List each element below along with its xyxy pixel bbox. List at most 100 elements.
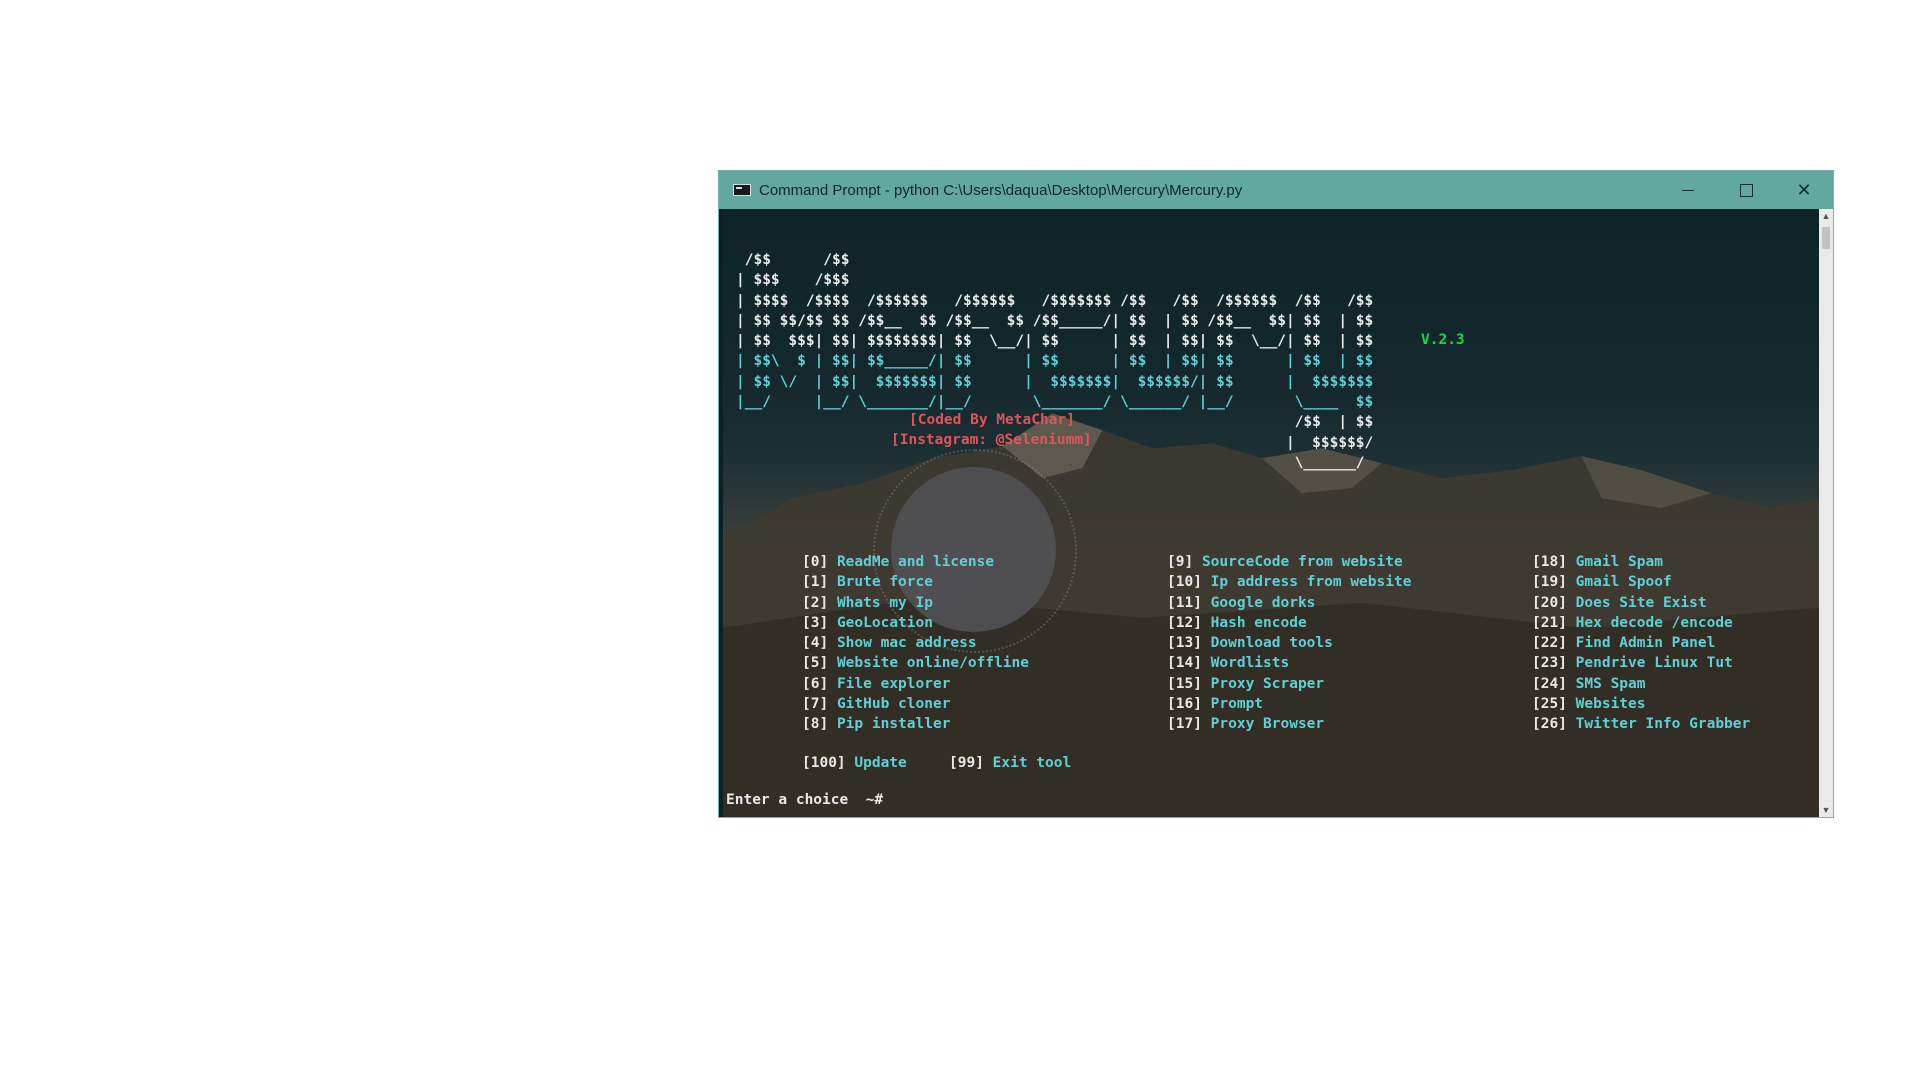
maximize-icon bbox=[1739, 183, 1753, 197]
menu-item[interactable]: [26] Twitter Info Grabber bbox=[1532, 714, 1750, 734]
menu-column-3: [18] Gmail Spam [19] Gmail Spoof [20] Do… bbox=[1532, 552, 1750, 735]
menu-item-number: [100] bbox=[802, 755, 846, 771]
menu-item[interactable]: [8] Pip installer bbox=[802, 714, 1029, 734]
menu-item-label: SourceCode from website bbox=[1201, 554, 1403, 570]
menu-item-label: File explorer bbox=[836, 675, 951, 692]
menu-item-number: [24] bbox=[1532, 675, 1567, 692]
menu-item-number: [13] bbox=[1167, 635, 1202, 652]
menu-item-label: GeoLocation bbox=[836, 614, 933, 631]
menu-item[interactable]: [24] SMS Spam bbox=[1532, 674, 1750, 694]
menu-item-label: Does Site Exist bbox=[1575, 594, 1707, 611]
menu-item[interactable]: [9] SourceCode from website bbox=[1167, 552, 1411, 572]
menu-item[interactable]: [16] Prompt bbox=[1167, 694, 1411, 714]
banner-line: | $$ $$/$$ $$ /$$__ $$ /$$__ $$ /$$_____… bbox=[736, 312, 1374, 329]
menu-item[interactable]: [20] Does Site Exist bbox=[1532, 593, 1750, 613]
minimize-button[interactable] bbox=[1659, 171, 1717, 209]
menu-item[interactable]: [10] Ip address from website bbox=[1167, 572, 1411, 592]
exit-item[interactable]: [99] Exit tool bbox=[949, 755, 1071, 771]
menu-item[interactable]: [0] ReadMe and license bbox=[802, 552, 1029, 572]
menu-item-label: Whats my Ip bbox=[836, 594, 933, 611]
menu-item-label: Prompt bbox=[1210, 696, 1264, 713]
update-item[interactable]: [100] Update bbox=[802, 755, 907, 771]
menu-item[interactable]: [13] Download tools bbox=[1167, 633, 1411, 653]
banner-line: |__/ |__/ \_______/|__/ \_______/ \_____… bbox=[736, 394, 1374, 411]
menu-item-number: [5] bbox=[802, 655, 829, 672]
menu-item-number: [3] bbox=[802, 614, 829, 631]
menu-item-number: [9] bbox=[1167, 554, 1194, 570]
menu-item-label: Find Admin Panel bbox=[1575, 635, 1716, 652]
console-area[interactable]: /$$ /$$ | $$$ /$$$ | $$$$ /$$$$ /$$$$$$ … bbox=[723, 209, 1819, 817]
menu-item[interactable]: [4] Show mac address bbox=[802, 633, 1029, 653]
menu-item-number: [14] bbox=[1167, 655, 1202, 672]
menu-item-number: [23] bbox=[1532, 655, 1567, 672]
menu-item[interactable]: [12] Hash encode bbox=[1167, 613, 1411, 633]
menu-item-number: [21] bbox=[1532, 614, 1567, 631]
menu-item-number: [8] bbox=[802, 716, 829, 733]
menu-item[interactable]: [1] Brute force bbox=[802, 572, 1029, 592]
menu-item[interactable]: [7] GitHub cloner bbox=[802, 694, 1029, 714]
close-button[interactable]: ✕ bbox=[1775, 171, 1833, 209]
menu-item-number: [18] bbox=[1532, 554, 1567, 570]
menu-item[interactable]: [2] Whats my Ip bbox=[802, 593, 1029, 613]
menu-item-number: [2] bbox=[802, 594, 829, 611]
title-bar[interactable]: Command Prompt - python C:\Users\daqua\D… bbox=[719, 171, 1833, 209]
minimize-icon bbox=[1682, 189, 1694, 191]
menu-item-number: [26] bbox=[1532, 716, 1567, 733]
window-controls: ✕ bbox=[1659, 171, 1833, 209]
menu-item-number: [25] bbox=[1532, 696, 1567, 713]
menu-item-number: [7] bbox=[802, 696, 829, 713]
menu-item-label: Ip address from website bbox=[1210, 574, 1412, 591]
menu-item-label: Twitter Info Grabber bbox=[1575, 716, 1751, 733]
menu-item-label: ReadMe and license bbox=[836, 554, 995, 570]
menu-item-number: [20] bbox=[1532, 594, 1567, 611]
menu-item-number: [6] bbox=[802, 675, 829, 692]
menu-item-label: GitHub cloner bbox=[836, 696, 951, 713]
menu-item[interactable]: [3] GeoLocation bbox=[802, 613, 1029, 633]
menu-item-number: [12] bbox=[1167, 614, 1202, 631]
menu-item-label: Gmail Spam bbox=[1575, 554, 1663, 570]
banner-line: /$$ /$$ bbox=[736, 252, 850, 268]
menu-column-2: [9] SourceCode from website [10] Ip addr… bbox=[1167, 552, 1411, 735]
cmd-icon bbox=[733, 184, 751, 196]
menu-item-number: [10] bbox=[1167, 574, 1202, 591]
menu-item[interactable]: [15] Proxy Scraper bbox=[1167, 674, 1411, 694]
scrollbar-thumb[interactable] bbox=[1822, 227, 1830, 249]
menu-item-number: [4] bbox=[802, 635, 829, 652]
menu-item-label: Exit tool bbox=[992, 755, 1072, 771]
menu-item-label: Proxy Scraper bbox=[1210, 675, 1325, 692]
menu-item[interactable]: [17] Proxy Browser bbox=[1167, 714, 1411, 734]
menu-item-label: Hash encode bbox=[1210, 614, 1307, 631]
menu-item-label: Hex decode /encode bbox=[1575, 614, 1733, 631]
banner-line: | $$$$ /$$$$ /$$$$$$ /$$$$$$ /$$$$$$$ /$… bbox=[736, 292, 1374, 309]
menu-item-label: Wordlists bbox=[1210, 655, 1290, 672]
banner-line: | $$ \/ | $$| $$$$$$$| $$ | $$$$$$$| $$$… bbox=[736, 373, 1374, 390]
menu-item[interactable]: [5] Website online/offline bbox=[802, 653, 1029, 673]
menu-item[interactable]: [21] Hex decode /encode bbox=[1532, 613, 1750, 633]
maximize-button[interactable] bbox=[1717, 171, 1775, 209]
menu-item[interactable]: [6] File explorer bbox=[802, 674, 1029, 694]
menu-item-number: [19] bbox=[1532, 574, 1567, 591]
banner-line: | $$ $$$| $$| $$$$$$$$| $$ \__/| $$ | $$… bbox=[736, 333, 1374, 350]
instagram-label: [Instagram: @Seleniumm] bbox=[891, 432, 1092, 448]
menu-item[interactable]: [18] Gmail Spam bbox=[1532, 552, 1750, 572]
command-prompt-input[interactable]: Enter a choice ~# bbox=[726, 792, 883, 808]
menu-item-label: Brute force bbox=[836, 574, 933, 591]
menu-item-number: [15] bbox=[1167, 675, 1202, 692]
scroll-up-icon[interactable]: ▲ bbox=[1819, 209, 1833, 223]
menu-item[interactable]: [11] Google dorks bbox=[1167, 593, 1411, 613]
menu-item-label: Download tools bbox=[1210, 635, 1333, 652]
menu-item-label: Update bbox=[854, 755, 907, 771]
menu-item-number: [16] bbox=[1167, 696, 1202, 713]
menu-item[interactable]: [22] Find Admin Panel bbox=[1532, 633, 1750, 653]
scroll-down-icon[interactable]: ▼ bbox=[1819, 803, 1833, 817]
menu-item[interactable]: [25] Websites bbox=[1532, 694, 1750, 714]
menu-item-label: Website online/offline bbox=[836, 655, 1029, 672]
menu-item[interactable]: [19] Gmail Spoof bbox=[1532, 572, 1750, 592]
vertical-scrollbar[interactable]: ▲ ▼ bbox=[1819, 209, 1833, 817]
menu-column-1: [0] ReadMe and license [1] Brute force [… bbox=[802, 552, 1029, 735]
menu-item-label: Pendrive Linux Tut bbox=[1575, 655, 1733, 672]
close-icon: ✕ bbox=[1796, 179, 1812, 200]
menu-item[interactable]: [14] Wordlists bbox=[1167, 653, 1411, 673]
window-title: Command Prompt - python C:\Users\daqua\D… bbox=[759, 181, 1243, 199]
menu-item[interactable]: [23] Pendrive Linux Tut bbox=[1532, 653, 1750, 673]
